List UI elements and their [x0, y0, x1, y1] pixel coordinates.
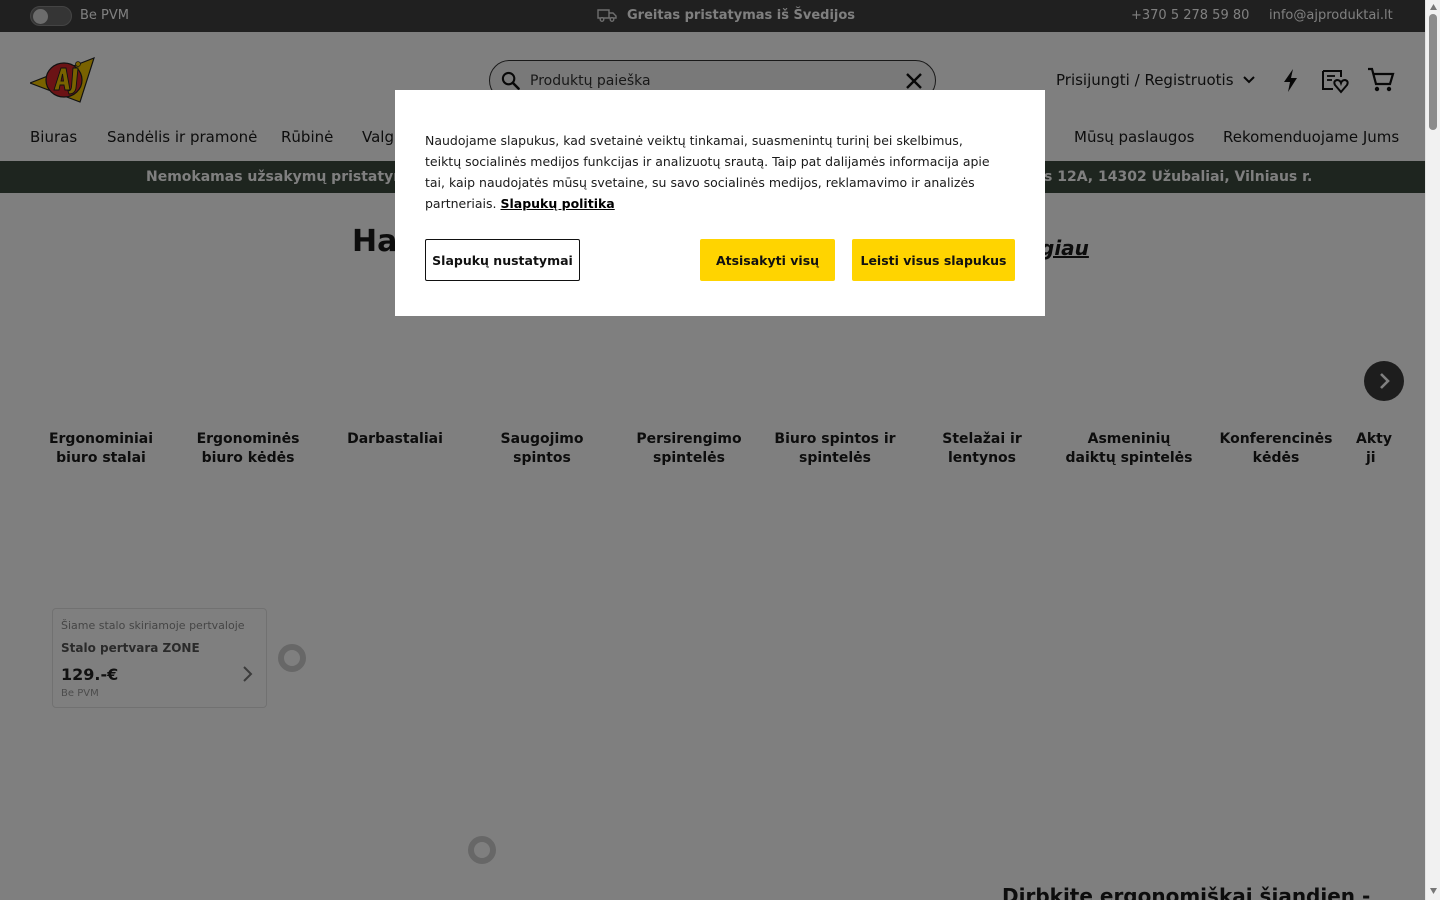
accept-all-button[interactable]: Leisti visus slapukus: [852, 239, 1015, 281]
cookie-consent-dialog: Naudojame slapukus, kad svetainė veiktų …: [395, 90, 1045, 316]
page: Be PVM Greitas pristatymas iš Švedijos +…: [0, 0, 1425, 900]
reject-all-button[interactable]: Atsisakyti visų: [700, 239, 835, 281]
scrollbar-thumb[interactable]: [1429, 14, 1437, 130]
cookie-settings-button[interactable]: Slapukų nustatymai: [425, 239, 580, 281]
cookie-text: Naudojame slapukus, kad svetainė veiktų …: [425, 130, 995, 214]
scroll-down-icon[interactable]: [1429, 887, 1438, 895]
scroll-up-icon[interactable]: [1429, 3, 1438, 11]
page-scrollbar[interactable]: [1425, 0, 1440, 900]
cookie-policy-link[interactable]: Slapukų politika: [500, 196, 614, 211]
